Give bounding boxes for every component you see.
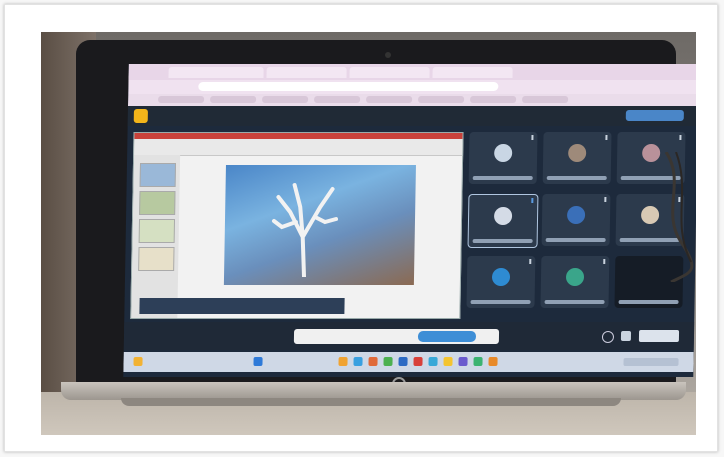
participant-name xyxy=(546,176,607,180)
app-icon[interactable] xyxy=(398,357,408,366)
mic-icon[interactable] xyxy=(620,331,632,341)
speaking-icon xyxy=(531,198,534,203)
participant-name xyxy=(472,176,533,180)
participant-avatar xyxy=(568,144,587,162)
meeting-footer xyxy=(123,322,695,350)
more-icon[interactable] xyxy=(531,135,534,140)
more-icon[interactable] xyxy=(603,259,606,264)
more-icon[interactable] xyxy=(605,135,608,140)
windows-icon[interactable] xyxy=(253,357,263,366)
bookmark[interactable] xyxy=(158,96,205,103)
bookmark[interactable] xyxy=(470,96,517,103)
participant-avatar xyxy=(565,268,585,286)
tree-image xyxy=(271,183,339,277)
app-icon[interactable] xyxy=(353,357,363,366)
bookmark[interactable] xyxy=(210,96,257,103)
bookmark[interactable] xyxy=(314,96,361,103)
bookmark[interactable] xyxy=(522,96,569,103)
url-field[interactable] xyxy=(198,82,499,91)
participant-avatar xyxy=(494,144,513,162)
windows-taskbar xyxy=(123,352,694,372)
participant-tile[interactable] xyxy=(541,194,611,246)
participant-name xyxy=(470,300,531,304)
slide-thumbnail[interactable] xyxy=(138,219,176,243)
participant-tile-active-speaker[interactable] xyxy=(467,194,539,248)
more-icon[interactable] xyxy=(604,197,607,202)
browser-tab[interactable] xyxy=(349,67,430,78)
shared-presentation xyxy=(130,132,464,319)
start-icon[interactable] xyxy=(133,357,143,366)
presentation-title-strip xyxy=(134,133,463,139)
slide-thumbnail[interactable] xyxy=(139,191,176,215)
settings-icon[interactable] xyxy=(601,331,615,343)
laptop-screen xyxy=(123,64,696,377)
participant-avatar xyxy=(566,206,586,224)
meeting-app-icon xyxy=(133,109,148,123)
participant-name xyxy=(618,300,679,304)
app-icon[interactable] xyxy=(383,357,393,366)
meeting-header xyxy=(127,106,696,126)
more-icon[interactable] xyxy=(529,259,532,264)
bookmark[interactable] xyxy=(366,96,413,103)
app-icon[interactable] xyxy=(488,357,498,366)
stop-sharing-button[interactable] xyxy=(417,331,477,342)
participant-avatar xyxy=(491,268,511,286)
app-icon[interactable] xyxy=(473,357,483,366)
participant-tile[interactable] xyxy=(542,132,612,184)
browser-tab[interactable] xyxy=(432,67,513,78)
app-icon[interactable] xyxy=(413,357,423,366)
participants-grid xyxy=(464,132,692,317)
more-icon[interactable] xyxy=(679,135,682,140)
participant-avatar xyxy=(640,206,660,224)
participant-tile[interactable] xyxy=(468,132,538,184)
browser-tab[interactable] xyxy=(168,67,264,78)
participant-name xyxy=(472,239,533,243)
participant-avatar xyxy=(642,144,661,162)
reactions-bar[interactable] xyxy=(638,330,680,342)
app-icon[interactable] xyxy=(368,357,378,366)
webcam xyxy=(385,52,391,58)
laptop-photo xyxy=(41,32,696,435)
laptop-lid xyxy=(76,40,696,391)
browser-tab-strip xyxy=(128,64,696,80)
presentation-ribbon xyxy=(134,133,463,156)
slide-thumbnail[interactable] xyxy=(138,247,175,271)
app-icon[interactable] xyxy=(428,357,438,366)
background-cables xyxy=(664,152,694,282)
bookmark[interactable] xyxy=(262,96,309,103)
participant-tile[interactable] xyxy=(466,256,536,308)
app-icon[interactable] xyxy=(338,357,348,366)
participant-avatar xyxy=(493,207,513,225)
photo-frame xyxy=(4,4,718,452)
bookmark[interactable] xyxy=(418,96,465,103)
current-slide xyxy=(223,165,416,285)
bookmarks-bar xyxy=(127,94,696,106)
browser-tab[interactable] xyxy=(266,67,347,78)
slide-thumbnail[interactable] xyxy=(139,163,177,187)
address-bar xyxy=(128,80,696,94)
participant-name xyxy=(544,300,605,304)
laptop-hinge xyxy=(121,398,621,406)
app-icon[interactable] xyxy=(458,357,468,366)
slide-thumbnails xyxy=(131,155,181,318)
app-icon[interactable] xyxy=(443,357,453,366)
system-tray[interactable] xyxy=(623,358,679,366)
meeting-action-button[interactable] xyxy=(625,110,684,121)
participant-name xyxy=(545,238,606,242)
participant-tile[interactable] xyxy=(540,256,610,308)
live-caption xyxy=(139,298,345,314)
